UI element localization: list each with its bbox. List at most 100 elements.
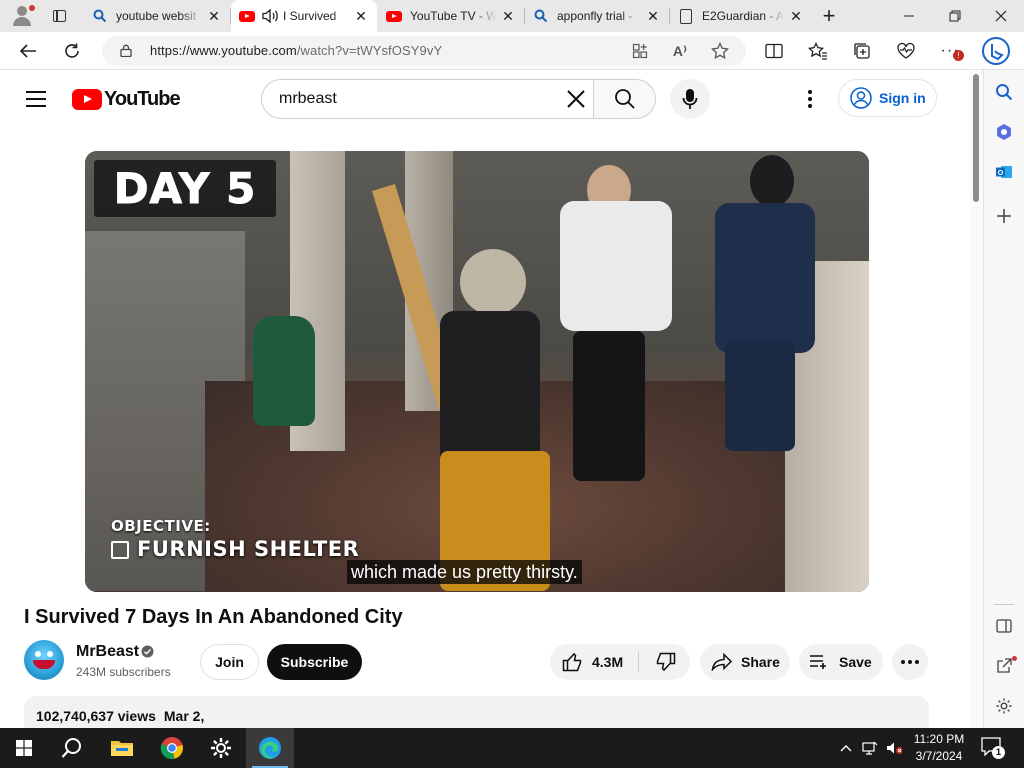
close-tab-icon[interactable]: ✕ bbox=[788, 8, 804, 24]
youtube-logo[interactable]: YouTube bbox=[72, 88, 181, 111]
notification-center-button[interactable]: 1 bbox=[980, 736, 1005, 760]
copilot-button[interactable] bbox=[980, 36, 1012, 66]
favorites-button[interactable] bbox=[804, 38, 832, 64]
chrome-icon bbox=[160, 737, 183, 760]
sidebar-layout-button[interactable] bbox=[988, 612, 1020, 640]
speaker-icon[interactable] bbox=[261, 8, 279, 24]
restore-button[interactable] bbox=[932, 0, 978, 32]
channel-avatar[interactable] bbox=[24, 640, 64, 680]
clock-date: 3/7/2024 bbox=[915, 749, 963, 763]
refresh-button[interactable] bbox=[58, 38, 86, 64]
url-text[interactable]: https://www.youtube.com/watch?v=tWYsfOSY… bbox=[150, 43, 442, 58]
sidebar-outlook-button[interactable]: O bbox=[988, 158, 1020, 186]
sidebar-search-button[interactable] bbox=[988, 78, 1020, 106]
settings-kebab-icon[interactable] bbox=[800, 87, 820, 111]
microphone-icon bbox=[682, 89, 698, 109]
save-button[interactable]: Save bbox=[799, 644, 883, 680]
profile-icon bbox=[17, 6, 27, 16]
tab-title: youtube websit bbox=[116, 9, 197, 23]
search-icon bbox=[614, 89, 635, 109]
outlook-icon: O bbox=[996, 166, 1012, 178]
close-tab-icon[interactable]: ✕ bbox=[353, 8, 369, 24]
page-scrollbar[interactable] bbox=[969, 70, 983, 728]
sidebar-external-button[interactable] bbox=[988, 652, 1020, 680]
share-button[interactable]: Share bbox=[700, 644, 790, 680]
restore-icon bbox=[949, 10, 961, 22]
save-label: Save bbox=[839, 654, 872, 670]
checkbox-icon bbox=[111, 541, 129, 559]
hide-sidebar-icon bbox=[996, 619, 1012, 633]
favorite-star-icon[interactable] bbox=[710, 41, 730, 61]
split-screen-button[interactable] bbox=[760, 38, 788, 64]
video-player[interactable]: DAY 5 OBJECTIVE: FURNISH SHELTER which m… bbox=[85, 151, 869, 592]
file-explorer-button[interactable] bbox=[98, 728, 146, 768]
clear-search-icon[interactable] bbox=[565, 88, 587, 110]
join-button[interactable]: Join bbox=[200, 644, 259, 680]
close-tab-icon[interactable]: ✕ bbox=[645, 8, 661, 24]
collections-icon bbox=[854, 43, 870, 59]
taskbar-search-button[interactable] bbox=[48, 728, 96, 768]
lock-icon[interactable] bbox=[120, 44, 132, 57]
browser-essentials-button[interactable] bbox=[892, 38, 920, 64]
browser-tab-active[interactable]: I Survived ✕ bbox=[231, 0, 377, 32]
back-arrow-icon bbox=[19, 44, 36, 58]
browser-toolbar: https://www.youtube.com/watch?v=tWYsfOSY… bbox=[0, 32, 1024, 70]
volume-muted-icon[interactable] bbox=[886, 740, 902, 756]
verified-check-icon bbox=[141, 645, 154, 658]
user-avatar-icon bbox=[850, 87, 872, 109]
voice-search-button[interactable] bbox=[670, 79, 710, 119]
edge-sidebar: O bbox=[983, 70, 1024, 728]
address-bar[interactable]: https://www.youtube.com/watch?v=tWYsfOSY… bbox=[102, 36, 746, 66]
browser-tab[interactable]: youtube websit ✕ bbox=[84, 0, 231, 32]
hamburger-menu-icon[interactable] bbox=[26, 91, 46, 107]
subscribe-button[interactable]: Subscribe bbox=[267, 644, 362, 680]
channel-name[interactable]: MrBeast bbox=[76, 643, 139, 661]
sidebar-add-button[interactable] bbox=[988, 202, 1020, 230]
browser-tab[interactable]: E2Guardian - A ✕ bbox=[670, 0, 812, 32]
search-input[interactable]: mrbeast bbox=[261, 79, 593, 119]
edge-button[interactable] bbox=[246, 728, 294, 768]
close-window-button[interactable] bbox=[978, 0, 1024, 32]
file-explorer-icon bbox=[111, 741, 133, 756]
notification-count-badge: 1 bbox=[992, 746, 1005, 759]
close-tab-icon[interactable]: ✕ bbox=[206, 8, 222, 24]
apps-icon[interactable] bbox=[630, 41, 650, 61]
video-title: I Survived 7 Days In An Abandoned City bbox=[24, 606, 403, 628]
tab-actions-button[interactable] bbox=[48, 6, 68, 26]
dislike-button[interactable] bbox=[639, 644, 690, 680]
search-icon bbox=[61, 738, 81, 758]
read-aloud-icon[interactable]: A⁾ bbox=[670, 41, 690, 61]
settings-button[interactable] bbox=[197, 728, 245, 768]
settings-menu-button[interactable]: ··· ! bbox=[936, 38, 964, 64]
start-button[interactable] bbox=[0, 728, 48, 768]
external-link-icon bbox=[997, 658, 1012, 673]
browser-tab[interactable]: apponfly trial - ✕ bbox=[525, 0, 670, 32]
search-query: mrbeast bbox=[279, 90, 337, 107]
windows-taskbar: 11:20 PM 3/7/2024 1 bbox=[0, 728, 1024, 768]
back-button[interactable] bbox=[14, 38, 42, 64]
sign-in-button[interactable]: Sign in bbox=[838, 79, 937, 117]
svg-text:O: O bbox=[998, 170, 1004, 177]
new-tab-button[interactable]: + bbox=[818, 5, 840, 27]
chrome-button[interactable] bbox=[148, 728, 196, 768]
like-button[interactable]: 4.3M bbox=[550, 644, 638, 680]
network-icon[interactable] bbox=[862, 740, 878, 756]
system-clock[interactable]: 11:20 PM 3/7/2024 bbox=[904, 731, 974, 765]
profile-notification-dot bbox=[29, 5, 35, 11]
collections-button[interactable] bbox=[848, 38, 876, 64]
clock-time: 11:20 PM bbox=[913, 732, 965, 746]
scrollbar-thumb[interactable] bbox=[973, 74, 979, 202]
browser-tab[interactable]: YouTube TV - W ✕ bbox=[378, 0, 525, 32]
minimize-button[interactable] bbox=[886, 0, 932, 32]
sidebar-settings-button[interactable] bbox=[988, 692, 1020, 720]
refresh-icon bbox=[65, 43, 79, 58]
profile-button[interactable] bbox=[8, 4, 36, 28]
url-path: /watch?v=tWYsfOSY9vY bbox=[296, 43, 443, 58]
sidebar-discover-button[interactable] bbox=[988, 118, 1020, 146]
search-button[interactable] bbox=[593, 79, 656, 119]
close-tab-icon[interactable]: ✕ bbox=[500, 8, 516, 24]
edge-icon bbox=[259, 737, 281, 759]
chevron-up-icon[interactable] bbox=[838, 740, 854, 756]
objective-label: OBJECTIVE: bbox=[111, 517, 211, 535]
more-actions-button[interactable] bbox=[892, 644, 928, 680]
